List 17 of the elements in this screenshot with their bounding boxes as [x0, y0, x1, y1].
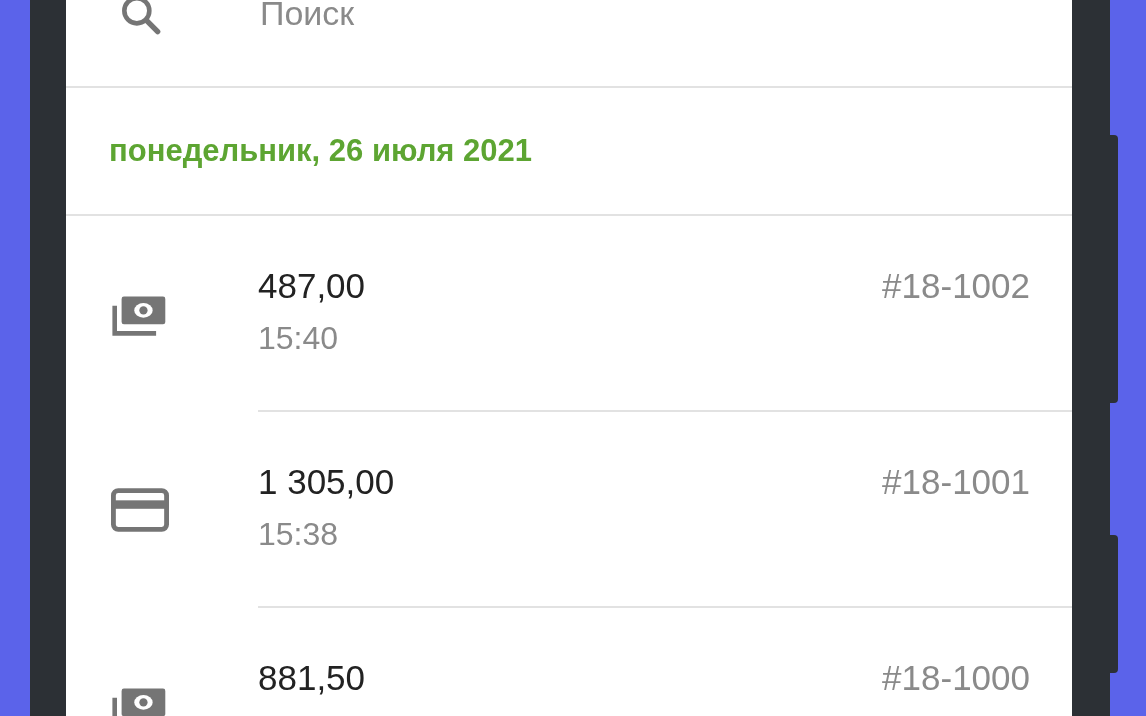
transaction-row[interactable]: 881,50 #18-1000 [66, 608, 1072, 716]
time-text: 15:38 [258, 516, 340, 553]
order-number: #18-1002 [882, 266, 1030, 307]
search-bar[interactable]: Поиск [66, 0, 1072, 88]
date-header: понедельник, 26 июля 2021 [109, 133, 533, 169]
order-number: #18-1000 [882, 658, 1030, 699]
side-button[interactable] [1108, 535, 1118, 673]
search-field[interactable]: Поиск [260, 0, 660, 38]
amount-text: 1 305,00 [258, 462, 395, 502]
credit-card-icon [111, 488, 169, 532]
amount-text: 487,00 [258, 266, 366, 306]
amount-text: 881,50 [258, 658, 366, 698]
order-number: #18-1001 [882, 462, 1030, 503]
side-button[interactable] [1108, 135, 1118, 403]
time-text: 15:40 [258, 320, 340, 357]
transaction-row[interactable]: 1 305,00 15:38 #18-1001 [66, 412, 1072, 608]
transaction-row[interactable]: 487,00 15:40 #18-1002 [66, 216, 1072, 412]
